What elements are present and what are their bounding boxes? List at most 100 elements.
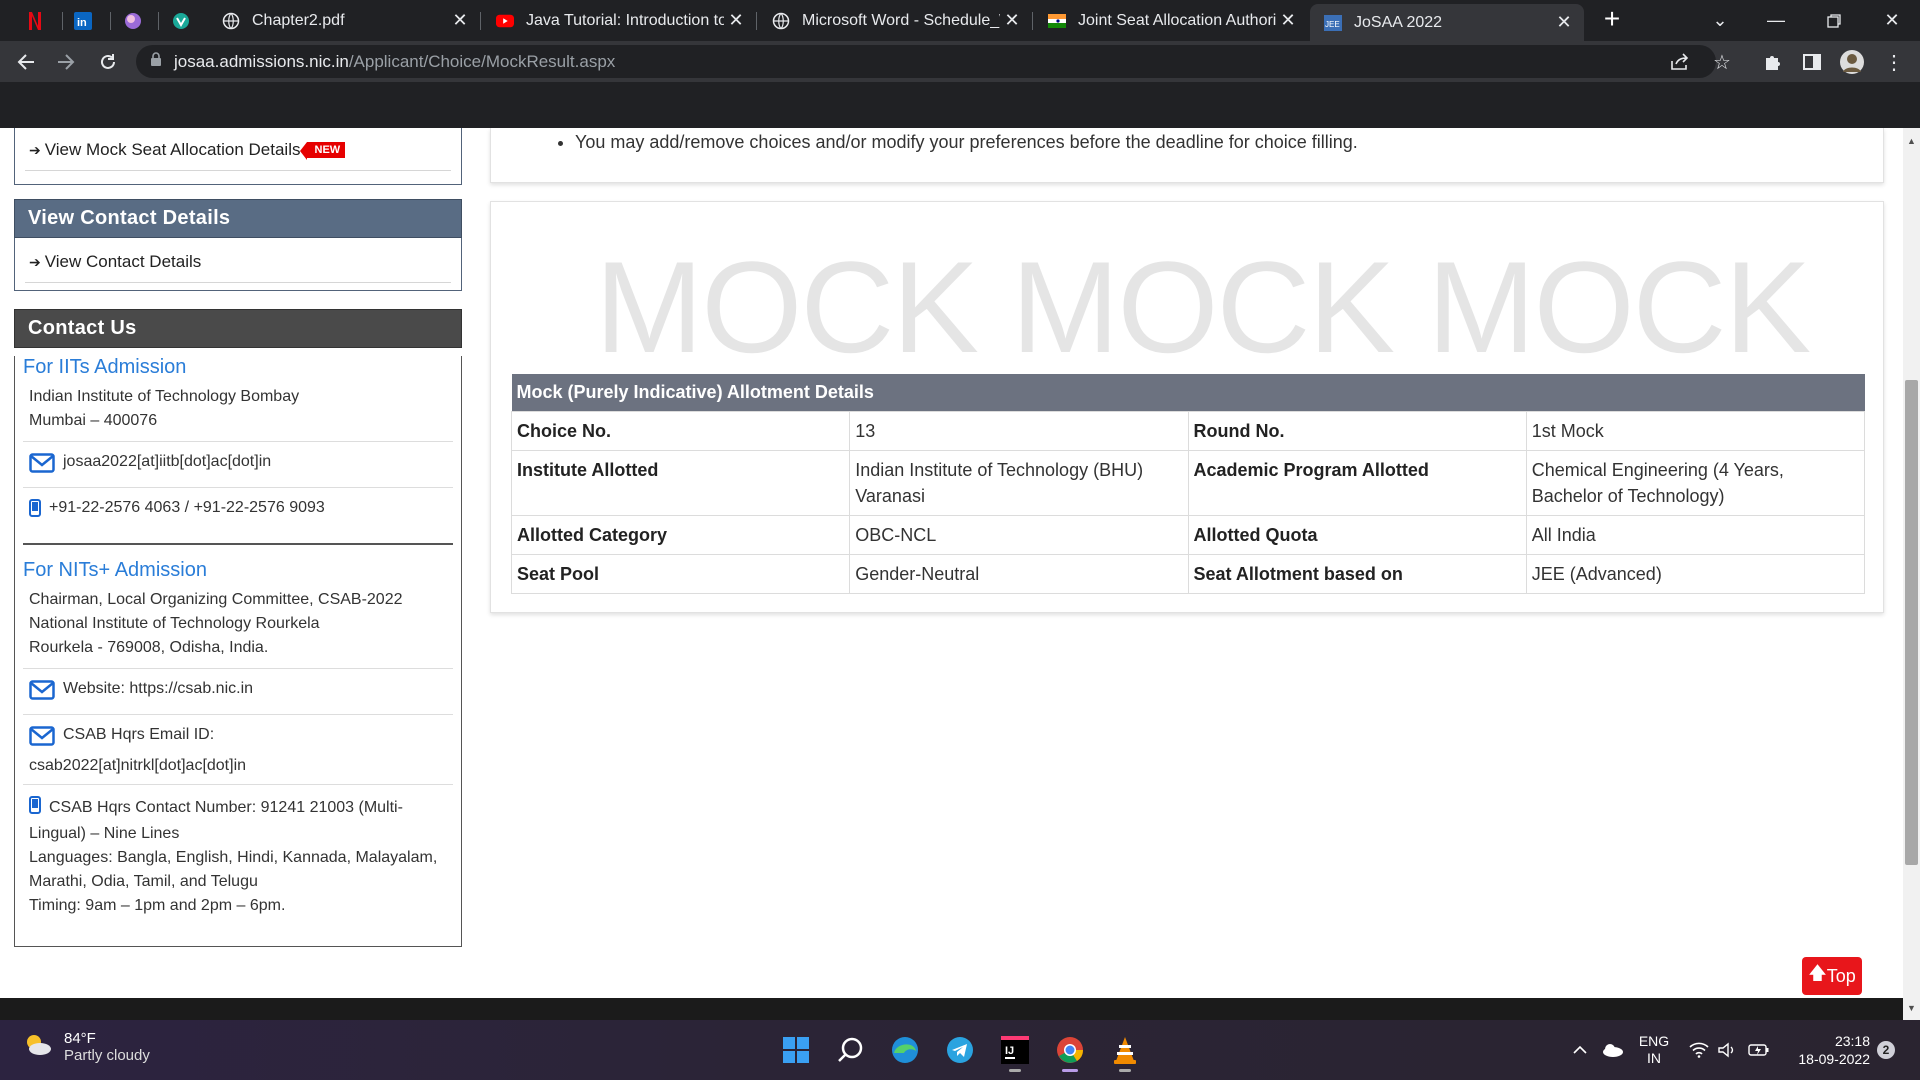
iit-phone-row: +91-22-2576 4063 / +91-22-2576 9093 (23, 487, 453, 531)
envelope-icon (29, 680, 55, 708)
allotment-table: Mock (Purely Indicative) Allotment Detai… (510, 374, 1866, 594)
nit-website-row: Website: https://csab.nic.in (23, 668, 453, 714)
side-panel-icon[interactable] (1798, 48, 1826, 76)
forward-icon[interactable] (52, 48, 80, 76)
weather-cloud-icon (24, 1033, 52, 1062)
url-path: /Applicant/Choice/MockResult.aspx (348, 51, 616, 71)
nit-address-line2: National Institute of Technology Rourkel… (29, 615, 320, 632)
weather-widget[interactable]: 84°F Partly cloudy (24, 1030, 150, 1064)
arrow-up-icon: 🡅 (1808, 963, 1827, 983)
page-header-band (0, 82, 1920, 128)
iit-admission-title: For IITs Admission (23, 356, 187, 378)
clock[interactable]: 23:18 18-09-2022 (1786, 1020, 1870, 1080)
table-row: Institute Allotted Indian Institute of T… (510, 450, 1866, 516)
battery-charging-icon[interactable] (1746, 1020, 1772, 1080)
back-icon[interactable] (12, 48, 40, 76)
close-tab-icon[interactable]: ✕ (1276, 10, 1300, 31)
show-hidden-icons-chevron-icon[interactable] (1568, 1020, 1592, 1080)
restore-icon[interactable] (1806, 0, 1862, 41)
windows-start-icon[interactable] (776, 1030, 816, 1070)
svg-text:JEE: JEE (1325, 20, 1340, 29)
notification-center[interactable]: 2 (1874, 1020, 1898, 1080)
search-icon[interactable] (830, 1030, 870, 1070)
close-tab-icon[interactable]: ✕ (1000, 10, 1024, 31)
pinned-tab-3[interactable] (112, 4, 154, 37)
browser-menu-icon[interactable]: ⋮ (1880, 48, 1908, 76)
nit-email-label: CSAB Hqrs Email ID: (63, 726, 215, 743)
onedrive-cloud-icon[interactable] (1598, 1020, 1626, 1080)
svg-text:in: in (77, 17, 87, 29)
mobile-phone-icon (29, 499, 41, 525)
nit-contact-number: CSAB Hqrs Contact Number: 91241 21003 (M… (29, 799, 403, 842)
region-code: IN (1647, 1050, 1661, 1066)
reload-icon[interactable] (94, 48, 122, 76)
tab-title: Chapter2.pdf (252, 11, 345, 29)
vlc-icon[interactable] (1105, 1030, 1145, 1072)
scroll-down-arrow-icon[interactable]: ▼ (1903, 999, 1920, 1016)
scroll-thumb[interactable] (1905, 380, 1918, 865)
volume-icon[interactable] (1714, 1020, 1740, 1080)
tab-chapter2[interactable]: Chapter2.pdf ✕ (208, 4, 480, 37)
url-host: josaa.admissions.nic.in (174, 51, 349, 71)
language-indicator[interactable]: ENG IN (1636, 1020, 1672, 1080)
address-bar[interactable]: josaa.admissions.nic.in /Applicant/Choic… (136, 45, 1716, 78)
profile-avatar[interactable] (1838, 48, 1866, 76)
close-tab-icon[interactable]: ✕ (724, 10, 748, 31)
tab-microsoft-word[interactable]: Microsoft Word - Schedule_W ✕ (758, 4, 1032, 37)
value-institute: Indian Institute of Technology (BHU) Var… (849, 450, 1189, 516)
nit-timing: Timing: 9am – 1pm and 2pm – 6pm. (29, 897, 286, 914)
edge-browser-icon[interactable] (885, 1030, 925, 1070)
telegram-icon[interactable] (940, 1030, 980, 1070)
page-footer-strip (0, 998, 1903, 1020)
svg-text:IJ: IJ (1005, 1045, 1014, 1057)
tab-title: JoSAA 2022 (1354, 13, 1443, 31)
page-content: ➔ View Mock Seat Allocation Details NEW … (0, 128, 1903, 998)
share-icon[interactable] (1666, 48, 1694, 76)
tab-search-chevron-icon[interactable]: ⌄ (1692, 0, 1748, 41)
lock-icon[interactable] (150, 52, 162, 71)
tab-title: Microsoft Word - Schedule_W (802, 11, 1000, 29)
bookmark-star-icon[interactable]: ☆ (1708, 48, 1736, 76)
tab-josaa-2022[interactable]: JEE JoSAA 2022 ✕ (1310, 4, 1584, 41)
tab-joint-seat-allocation[interactable]: Joint Seat Allocation Authorit ✕ (1034, 4, 1308, 37)
linkedin-tab[interactable]: in (62, 4, 104, 37)
pinned-tab-4[interactable] (160, 4, 202, 37)
value-program: Chemical Engineering (4 Years, Bachelor … (1525, 450, 1866, 516)
value-category: OBC-NCL (849, 515, 1189, 555)
contact-details-box: ➔ View Contact Details (14, 238, 462, 291)
view-contact-details-link[interactable]: ➔ View Contact Details (15, 238, 461, 282)
close-window-icon[interactable]: ✕ (1864, 0, 1920, 41)
globe-icon (222, 12, 240, 29)
tab-java-tutorial[interactable]: Java Tutorial: Introduction to ✕ (482, 4, 756, 37)
tab-title: Java Tutorial: Introduction to (526, 11, 724, 29)
scroll-up-arrow-icon[interactable]: ▲ (1903, 132, 1920, 149)
top-label: Top (1826, 965, 1856, 986)
wifi-icon[interactable] (1686, 1020, 1712, 1080)
section-divider (23, 543, 453, 545)
new-tab-button[interactable]: + (1596, 5, 1628, 34)
back-to-top-button[interactable]: 🡅 Top (1802, 957, 1862, 995)
page-scrollbar[interactable]: ▲ ▼ (1903, 128, 1920, 1020)
mobile-phone-icon (29, 796, 41, 822)
netflix-tab[interactable] (14, 4, 56, 37)
close-tab-icon[interactable]: ✕ (1552, 12, 1576, 33)
nit-admission-title: For NITs+ Admission (23, 559, 207, 581)
allotment-card: MOCK MOCK MOCK Mock (Purely Indicative) … (490, 201, 1884, 613)
minimize-icon[interactable]: — (1748, 0, 1804, 41)
table-row: Allotted Category OBC-NCL Allotted Quota… (510, 515, 1866, 555)
chrome-icon[interactable] (1050, 1030, 1090, 1072)
nit-website[interactable]: Website: https://csab.nic.in (63, 677, 253, 701)
clock-time: 23:18 (1834, 1033, 1870, 1049)
browser-toolbar: josaa.admissions.nic.in /Applicant/Choic… (0, 41, 1920, 82)
extensions-puzzle-icon[interactable] (1758, 48, 1786, 76)
intellij-idea-icon[interactable]: IJ (995, 1030, 1035, 1072)
india-flag-icon (1048, 13, 1066, 28)
mock-allocation-box: ➔ View Mock Seat Allocation Details NEW (14, 128, 462, 185)
value-round-no: 1st Mock (1525, 411, 1866, 451)
nit-email: csab2022[at]nitrkl[dot]ac[dot]in (29, 757, 247, 774)
close-tab-icon[interactable]: ✕ (448, 10, 472, 31)
youtube-icon (496, 14, 514, 27)
view-mock-seat-allocation-link[interactable]: ➔ View Mock Seat Allocation Details NEW (15, 128, 461, 170)
label-quota: Allotted Quota (1187, 515, 1527, 555)
nit-address-line1: Chairman, Local Organizing Committee, CS… (29, 591, 403, 608)
